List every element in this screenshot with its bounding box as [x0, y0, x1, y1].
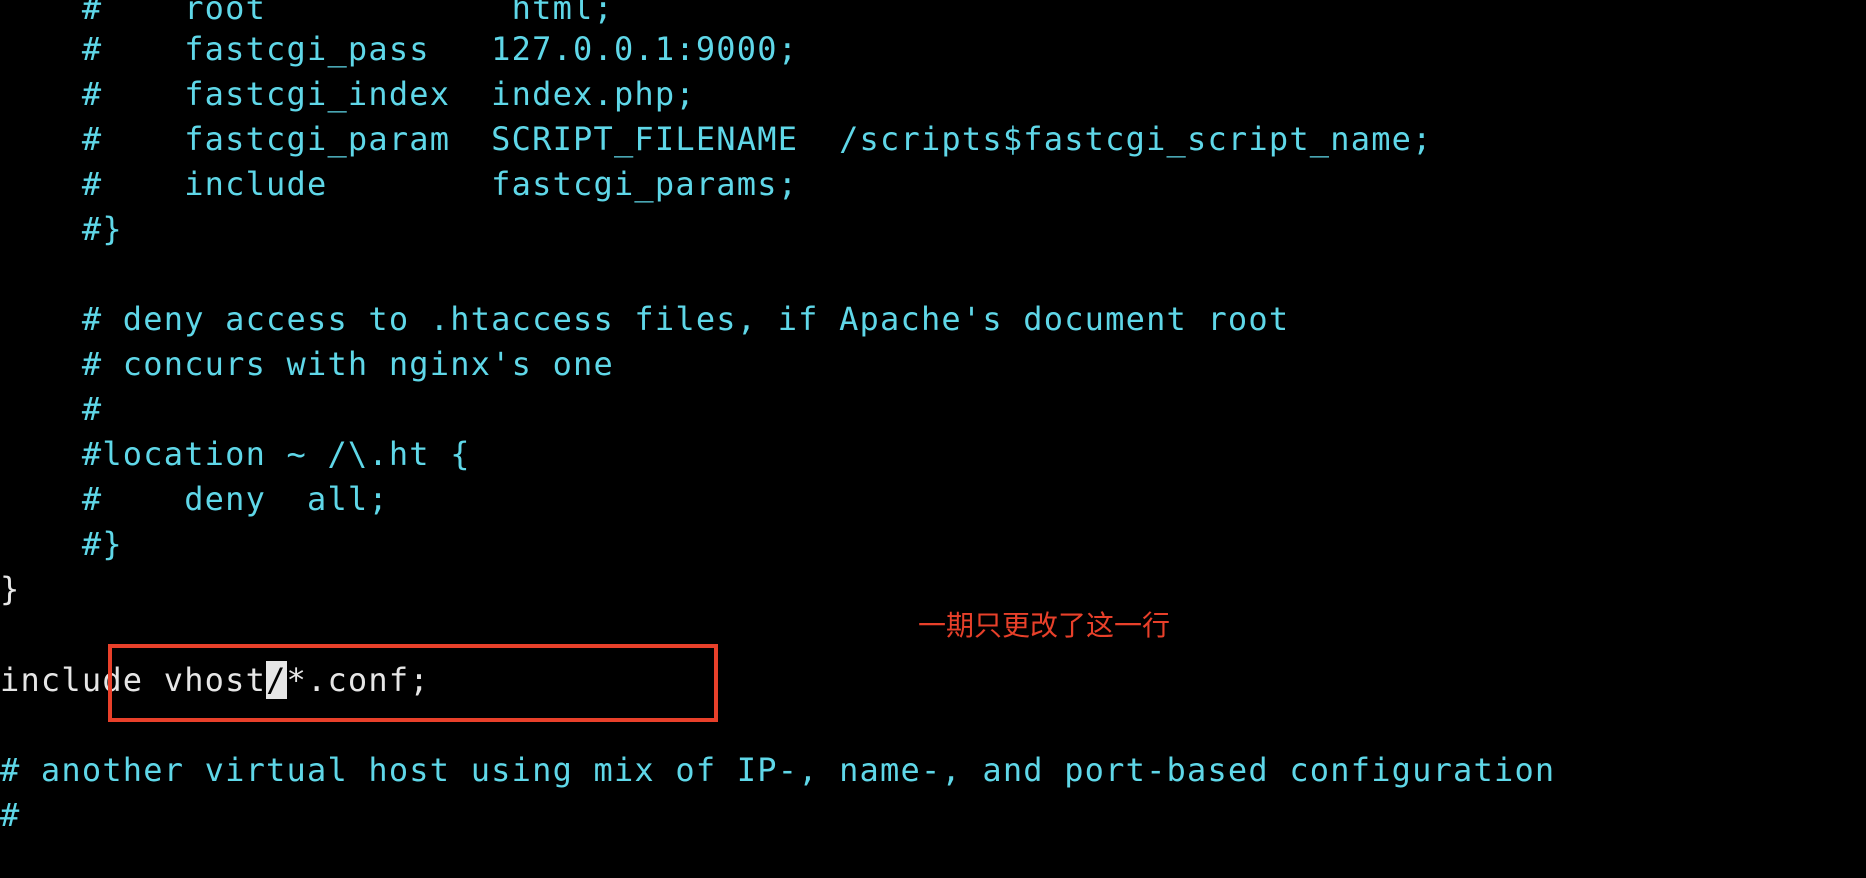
code-line: # fastcgi_index index.php;: [0, 75, 696, 113]
code-line: #}: [0, 525, 123, 563]
code-line: # fastcgi_pass 127.0.0.1:9000;: [0, 30, 799, 68]
code-line: # fastcgi_param SCRIPT_FILENAME /scripts…: [0, 120, 1433, 158]
annotation-label: 一期只更改了这一行: [918, 609, 1171, 642]
code-line: #: [0, 390, 103, 428]
highlight-box: [108, 644, 718, 722]
code-line: # another virtual host using mix of IP-,…: [0, 751, 1556, 789]
code-line: # concurs with nginx's one: [0, 345, 614, 383]
code-line: #: [0, 796, 21, 834]
code-line: #location ~ /\.ht {: [0, 435, 471, 473]
code-line: # deny all;: [0, 480, 389, 518]
closing-brace-line: }: [0, 570, 21, 608]
code-line: # include fastcgi_params;: [0, 165, 799, 203]
terminal-window[interactable]: # root html; # fastcgi_pass 127.0.0.1:90…: [0, 0, 1866, 878]
code-line: # root html;: [0, 0, 614, 27]
code-line: #}: [0, 210, 123, 248]
code-line: # deny access to .htaccess files, if Apa…: [0, 300, 1290, 338]
